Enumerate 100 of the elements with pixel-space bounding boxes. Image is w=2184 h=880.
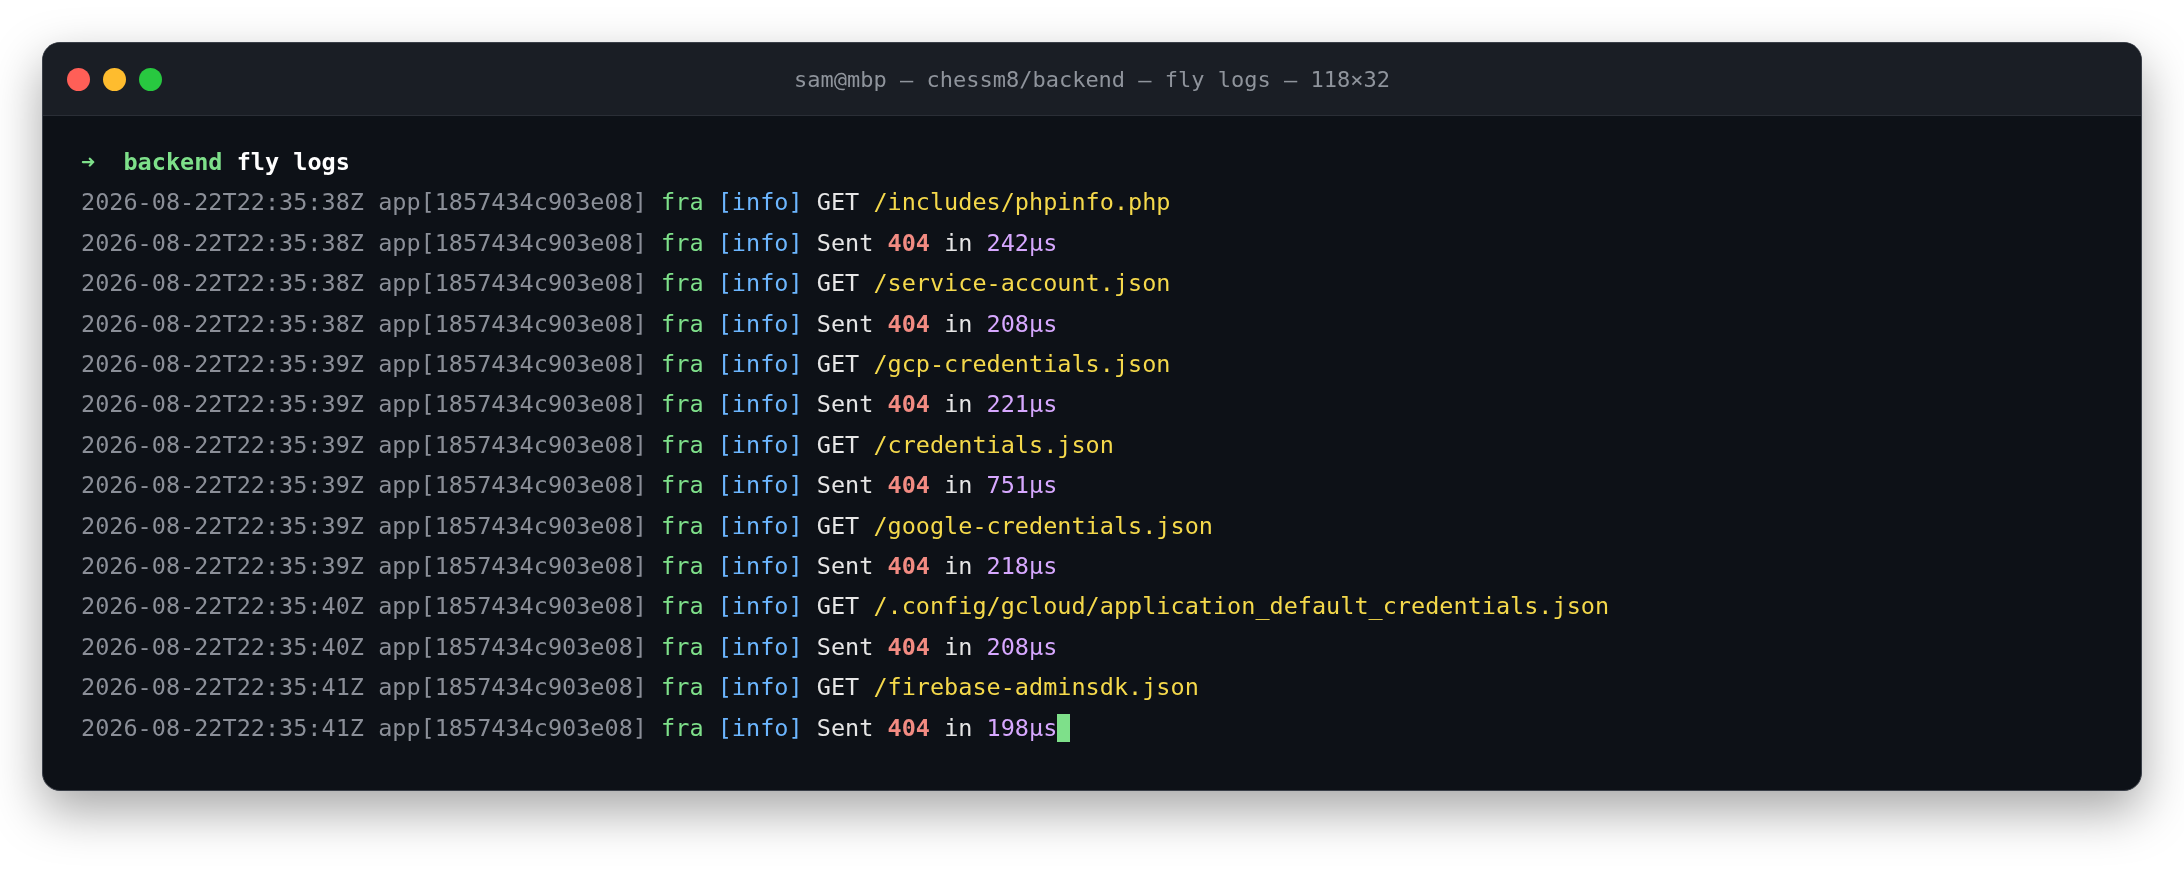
duration: 198µs <box>986 713 1058 742</box>
log-level: [info] <box>717 632 803 661</box>
status-code: 404 <box>887 471 930 500</box>
region: fra <box>661 471 704 500</box>
status-code: 404 <box>887 309 930 338</box>
timestamp: 2026-08-22T22:35:41Z <box>81 673 364 702</box>
command-text: fly logs <box>236 148 350 176</box>
sent-label: Sent <box>816 228 874 257</box>
timestamp: 2026-08-22T22:35:39Z <box>81 390 364 419</box>
log-level: [info] <box>717 713 803 742</box>
duration: 218µs <box>986 552 1058 581</box>
app-id: app[1857434c903e08] <box>378 350 647 379</box>
duration: 751µs <box>986 471 1058 500</box>
in-label: in <box>944 228 973 257</box>
http-method: GET <box>816 269 860 298</box>
region: fra <box>661 350 704 379</box>
timestamp: 2026-08-22T22:35:39Z <box>81 511 364 540</box>
status-code: 404 <box>887 390 930 419</box>
sent-label: Sent <box>816 552 874 581</box>
request-path: /gcp-credentials.json <box>873 350 1171 379</box>
log-level: [info] <box>717 430 803 459</box>
sent-label: Sent <box>816 309 874 338</box>
region: fra <box>661 713 704 742</box>
http-method: GET <box>816 188 860 217</box>
status-code: 404 <box>887 228 930 257</box>
app-id: app[1857434c903e08] <box>378 390 647 419</box>
timestamp: 2026-08-22T22:35:40Z <box>81 592 364 621</box>
region: fra <box>661 552 704 581</box>
app-id: app[1857434c903e08] <box>378 592 647 621</box>
http-method: GET <box>816 511 860 540</box>
timestamp: 2026-08-22T22:35:41Z <box>81 713 364 742</box>
app-id: app[1857434c903e08] <box>378 228 647 257</box>
http-method: GET <box>816 592 860 621</box>
request-path: /firebase-adminsdk.json <box>873 673 1199 702</box>
in-label: in <box>944 713 973 742</box>
region: fra <box>661 592 704 621</box>
region: fra <box>661 309 704 338</box>
request-path: /.config/gcloud/application_default_credentials.json <box>873 592 1610 621</box>
app-id: app[1857434c903e08] <box>378 511 647 540</box>
timestamp: 2026-08-22T22:35:39Z <box>81 552 364 581</box>
duration: 221µs <box>986 390 1058 419</box>
log-level: [info] <box>717 350 803 379</box>
timestamp: 2026-08-22T22:35:38Z <box>81 228 364 257</box>
app-id: app[1857434c903e08] <box>378 188 647 217</box>
status-code: 404 <box>887 713 930 742</box>
request-path: /service-account.json <box>873 269 1171 298</box>
timestamp: 2026-08-22T22:35:38Z <box>81 269 364 298</box>
app-id: app[1857434c903e08] <box>378 471 647 500</box>
log-level: [info] <box>717 511 803 540</box>
status-code: 404 <box>887 552 930 581</box>
http-method: GET <box>816 430 860 459</box>
timestamp: 2026-08-22T22:35:39Z <box>81 430 364 459</box>
request-path: /credentials.json <box>873 430 1114 459</box>
log-level: [info] <box>717 471 803 500</box>
prompt-arrow: ➜ <box>81 148 96 176</box>
log-level: [info] <box>717 552 803 581</box>
sent-label: Sent <box>816 471 874 500</box>
duration: 242µs <box>986 228 1058 257</box>
log-level: [info] <box>717 673 803 702</box>
sent-label: Sent <box>816 713 874 742</box>
app-id: app[1857434c903e08] <box>378 269 647 298</box>
http-method: GET <box>816 350 860 379</box>
duration: 208µs <box>986 632 1058 661</box>
log-level: [info] <box>717 390 803 419</box>
directory-name: backend <box>123 148 223 176</box>
region: fra <box>661 673 704 702</box>
app-id: app[1857434c903e08] <box>378 713 647 742</box>
zoom-button[interactable] <box>139 67 162 91</box>
app-id: app[1857434c903e08] <box>378 632 647 661</box>
request-path: /google-credentials.json <box>873 511 1213 540</box>
region: fra <box>661 632 704 661</box>
app-id: app[1857434c903e08] <box>378 552 647 581</box>
in-label: in <box>944 552 973 581</box>
sent-label: Sent <box>816 632 874 661</box>
duration: 208µs <box>986 309 1058 338</box>
http-method: GET <box>816 673 860 702</box>
minimize-button[interactable] <box>103 67 126 91</box>
timestamp: 2026-08-22T22:35:39Z <box>81 350 364 379</box>
in-label: in <box>944 632 973 661</box>
status-code: 404 <box>887 632 930 661</box>
region: fra <box>661 228 704 257</box>
log-level: [info] <box>717 309 803 338</box>
log-level: [info] <box>717 228 803 257</box>
region: fra <box>661 511 704 540</box>
app-id: app[1857434c903e08] <box>378 430 647 459</box>
timestamp: 2026-08-22T22:35:38Z <box>81 309 364 338</box>
request-path: /includes/phpinfo.php <box>873 188 1171 217</box>
in-label: in <box>944 471 973 500</box>
in-label: in <box>944 390 973 419</box>
in-label: in <box>944 309 973 338</box>
region: fra <box>661 269 704 298</box>
log-level: [info] <box>717 188 803 217</box>
region: fra <box>661 430 704 459</box>
log-level: [info] <box>717 269 803 298</box>
window-title: sam@mbp — chessm8/backend — fly logs — 118×32 <box>794 66 1390 92</box>
timestamp: 2026-08-22T22:35:38Z <box>81 188 364 217</box>
log-level: [info] <box>717 592 803 621</box>
app-id: app[1857434c903e08] <box>378 309 647 338</box>
timestamp: 2026-08-22T22:35:39Z <box>81 471 364 500</box>
close-button[interactable] <box>67 67 90 91</box>
